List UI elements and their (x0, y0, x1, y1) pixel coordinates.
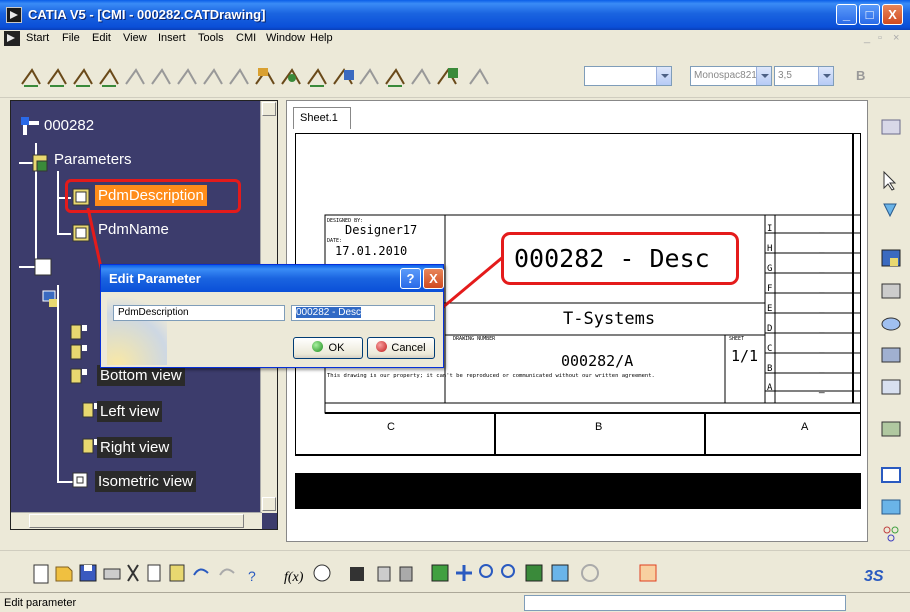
dialog-title: Edit Parameter (109, 271, 201, 286)
svg-text:?: ? (248, 568, 256, 584)
ok-icon (311, 341, 323, 352)
status-text: Edit parameter (4, 597, 77, 609)
edit-parameter-dialog: Edit Parameter ? X PdmDescription 000282… (100, 264, 444, 368)
parameter-value-selected: 000282 - Desc (296, 307, 362, 318)
dialog-help-button[interactable]: ? (400, 268, 421, 289)
status-bar: Edit parameter (0, 592, 910, 612)
ok-button[interactable]: OK (293, 337, 363, 359)
parameter-name-field[interactable]: PdmDescription (113, 305, 285, 321)
dialog-title-bar: Edit Parameter (101, 265, 443, 292)
svg-text:f(x): f(x) (284, 570, 304, 585)
right-toolbar (874, 100, 910, 552)
value-callout: 000282 - Desc (501, 232, 739, 285)
parameter-value-field[interactable]: 000282 - Desc (291, 305, 435, 321)
right-toolbar-icons[interactable] (874, 100, 910, 552)
command-input[interactable] (524, 595, 846, 611)
standard-toolbar-icons[interactable]: ? f(x) 3S (0, 551, 910, 591)
bottom-toolbar: ? f(x) 3S (0, 550, 910, 590)
cancel-button[interactable]: Cancel (367, 337, 435, 359)
cancel-label: Cancel (391, 342, 426, 354)
cancel-icon (376, 341, 388, 352)
ok-label: OK (328, 342, 345, 354)
dialog-close-button[interactable]: X (423, 268, 444, 289)
svg-text:3S: 3S (864, 568, 884, 585)
